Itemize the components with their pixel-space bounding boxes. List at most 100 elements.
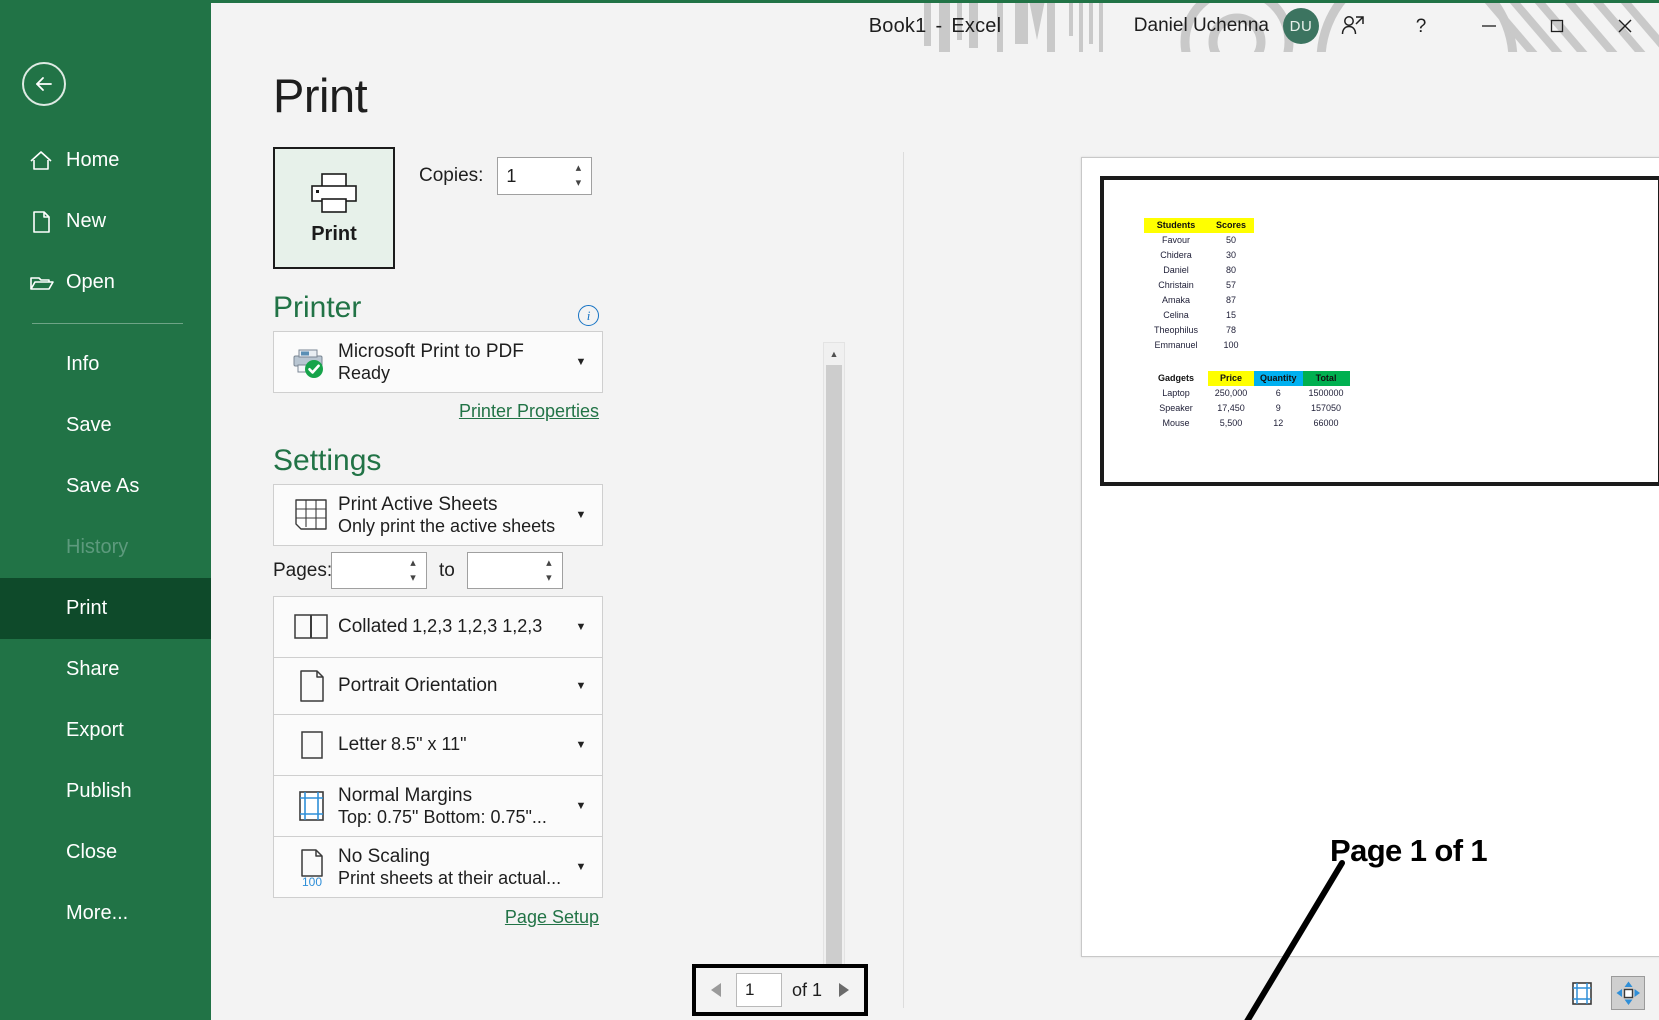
info-icon[interactable]: i [578, 305, 599, 326]
account-name[interactable]: Daniel Uchenna [1134, 15, 1269, 37]
orientation-select[interactable]: Portrait Orientation ▼ [273, 657, 603, 715]
restore-icon [1546, 15, 1568, 37]
chevron-down-icon[interactable]: ▼ [570, 680, 592, 692]
settings-heading-label: Settings [273, 444, 381, 477]
page-number-input[interactable] [745, 980, 781, 1000]
sidebar-item-home[interactable]: Home [0, 130, 211, 191]
triangle-left-icon [708, 980, 726, 1000]
spin-up-icon[interactable]: ▴ [410, 560, 416, 567]
avatar[interactable]: DU [1283, 8, 1319, 44]
preview-content-outline: Students Scores Favour 50 Chidera 30 [1100, 176, 1659, 486]
scaling-select[interactable]: 100 No Scaling Print sheets at their act… [273, 836, 603, 898]
copies-input[interactable] [498, 158, 569, 194]
table-row: Mouse 5,500 12 66000 [1144, 416, 1350, 431]
paper-size-line2: 8.5" x 11" [391, 734, 467, 754]
share-button[interactable] [1319, 0, 1387, 52]
printer-select[interactable]: Microsoft Print to PDF Ready ▼ [273, 331, 603, 393]
cell-total: 1500000 [1303, 386, 1350, 401]
orientation-icon [284, 666, 338, 706]
scaling-line1: No Scaling [338, 846, 430, 867]
help-button[interactable]: ? [1387, 0, 1455, 52]
cell-quantity: 6 [1254, 386, 1303, 401]
preview-page[interactable]: Students Scores Favour 50 Chidera 30 [1081, 157, 1659, 957]
sidebar-item-open[interactable]: Open [0, 252, 211, 313]
table-row: Emmanuel 100 [1144, 338, 1254, 353]
sidebar-item-label: New [66, 210, 106, 233]
spin-down-icon[interactable]: ▾ [546, 575, 552, 582]
paper-size-line1: Letter [338, 734, 387, 755]
cell-score: 87 [1208, 293, 1254, 308]
margins-select[interactable]: Normal Margins Top: 0.75" Bottom: 0.75".… [273, 775, 603, 837]
pages-from-stepper[interactable]: ▴ ▾ [331, 552, 427, 589]
page-setup-link[interactable]: Page Setup [505, 907, 599, 927]
collation-select[interactable]: Collated 1,2,3 1,2,3 1,2,3 ▼ [273, 596, 603, 658]
sidebar-item-publish[interactable]: Publish [0, 761, 211, 822]
paper-size-select[interactable]: Letter 8.5" x 11" ▼ [273, 714, 603, 776]
sidebar-item-save[interactable]: Save [0, 395, 211, 456]
chevron-down-icon[interactable]: ▼ [570, 800, 592, 812]
page-icon [28, 209, 62, 235]
copies-control: Copies: ▴ ▾ [419, 157, 592, 195]
printer-ready-icon [284, 344, 338, 380]
table-row: Chidera 30 [1144, 248, 1254, 263]
restore-button[interactable] [1523, 0, 1591, 52]
copies-label: Copies: [419, 165, 483, 187]
printer-text: Microsoft Print to PDF Ready [338, 341, 570, 384]
spin-up-icon[interactable]: ▴ [546, 560, 552, 567]
pages-to-input[interactable] [468, 553, 540, 588]
pages-from-spin-arrows[interactable]: ▴ ▾ [404, 553, 426, 588]
sidebar-item-close[interactable]: Close [0, 822, 211, 883]
spin-down-icon[interactable]: ▾ [410, 575, 416, 582]
close-button[interactable] [1591, 0, 1659, 52]
printer-properties-link[interactable]: Printer Properties [459, 401, 599, 421]
zoom-to-page-button[interactable] [1611, 976, 1645, 1010]
pages-to-stepper[interactable]: ▴ ▾ [467, 552, 563, 589]
page-number-field[interactable] [736, 973, 782, 1007]
spin-down-icon[interactable]: ▾ [576, 180, 582, 187]
scrollbar-track[interactable] [824, 365, 844, 991]
spin-up-icon[interactable]: ▴ [576, 165, 582, 172]
printer-name: Microsoft Print to PDF [338, 341, 524, 362]
chevron-down-icon[interactable]: ▼ [570, 861, 592, 873]
chevron-down-icon[interactable]: ▼ [570, 739, 592, 751]
previous-page-button[interactable] [704, 975, 730, 1005]
minimize-icon [1478, 15, 1500, 37]
pages-from-input[interactable] [332, 553, 404, 588]
triangle-right-icon [834, 980, 852, 1000]
back-arrow-icon [32, 72, 56, 96]
print-button[interactable]: Print [273, 147, 395, 269]
sidebar-item-save-as[interactable]: Save As [0, 456, 211, 517]
sidebar-item-print[interactable]: Print [0, 578, 211, 639]
cell-student: Christain [1144, 278, 1208, 293]
sidebar-item-info[interactable]: Info [0, 334, 211, 395]
pages-to-spin-arrows[interactable]: ▴ ▾ [540, 553, 562, 588]
cell-score: 57 [1208, 278, 1254, 293]
table-row: Favour 50 [1144, 233, 1254, 248]
scrollbar-thumb[interactable] [826, 365, 842, 975]
sidebar-item-label: Share [66, 658, 119, 681]
sidebar-item-export[interactable]: Export [0, 700, 211, 761]
settings-scrollbar[interactable]: ▲ ▼ [823, 342, 845, 1014]
cell-score: 100 [1208, 338, 1254, 353]
sidebar-item-share[interactable]: Share [0, 639, 211, 700]
minimize-button[interactable] [1455, 0, 1523, 52]
scroll-up-button[interactable]: ▲ [824, 343, 844, 365]
copies-stepper[interactable]: ▴ ▾ [497, 157, 592, 195]
preview-view-controls [1565, 976, 1645, 1010]
copies-spin-arrows[interactable]: ▴ ▾ [569, 158, 591, 194]
sidebar-item-new[interactable]: New [0, 191, 211, 252]
preview-bottom-bar: of 1 [211, 958, 1659, 1020]
table-header-row: Gadgets Price Quantity Total [1144, 371, 1350, 386]
chevron-down-icon[interactable]: ▼ [570, 509, 592, 521]
show-margins-button[interactable] [1565, 976, 1599, 1010]
print-button-label: Print [311, 223, 357, 246]
back-button[interactable] [22, 62, 66, 106]
chevron-down-icon[interactable]: ▼ [570, 356, 592, 368]
sidebar-item-label: Print [66, 597, 107, 620]
chevron-down-icon[interactable]: ▼ [570, 621, 592, 633]
sidebar-item-more[interactable]: More... [0, 883, 211, 944]
print-what-select[interactable]: Print Active Sheets Only print the activ… [273, 484, 603, 546]
next-page-button[interactable] [830, 975, 856, 1005]
scaling-icon: 100 [284, 846, 338, 888]
sidebar-item-label: Close [66, 841, 117, 864]
